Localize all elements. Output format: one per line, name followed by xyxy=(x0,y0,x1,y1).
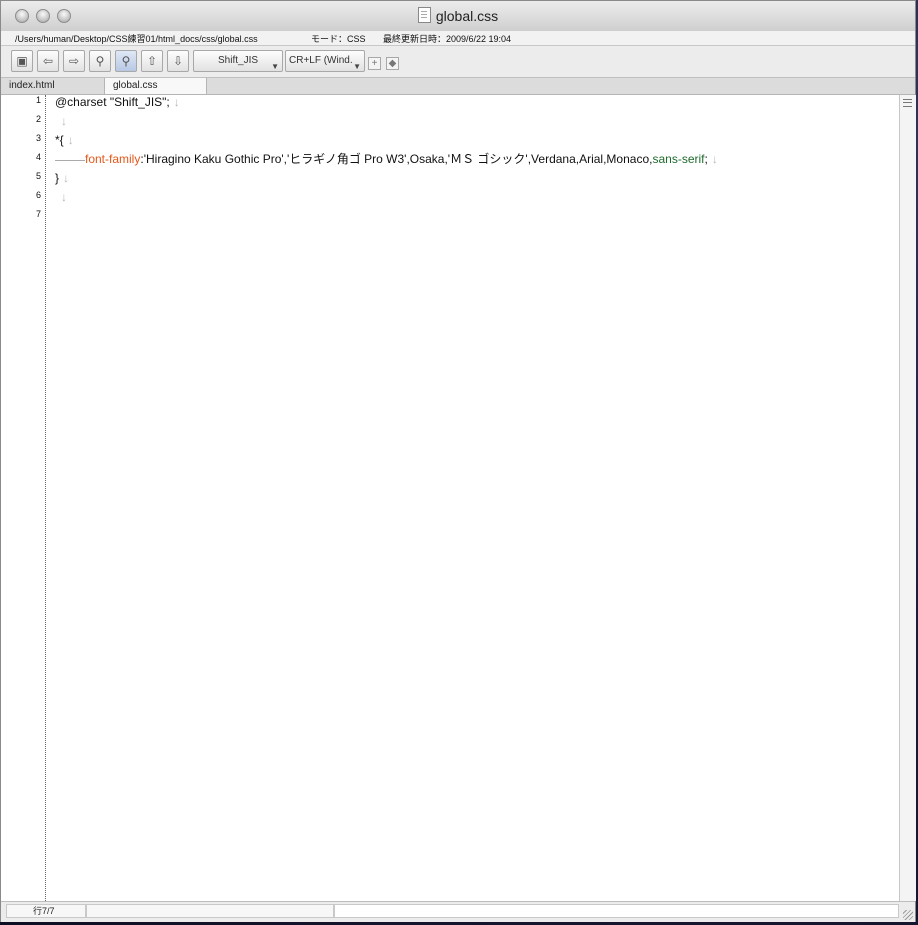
title-bar[interactable]: global.css xyxy=(1,1,915,32)
resize-grip-icon[interactable] xyxy=(903,910,913,920)
find-replace-icon[interactable]: ⚲ xyxy=(115,50,137,72)
split-view-icon[interactable] xyxy=(903,99,912,107)
document-icon[interactable] xyxy=(417,7,431,23)
code-line-3: *{↓ xyxy=(55,131,74,150)
code-line-2: ↓ xyxy=(57,112,67,131)
file-info-bar: /Users/human/Desktop/CSS練習01/html_docs/c… xyxy=(1,31,915,46)
window-title-area: global.css xyxy=(1,7,915,24)
line-number: 3 xyxy=(35,133,41,143)
vertical-scrollbar[interactable] xyxy=(899,95,916,901)
line-number-gutter: 1 2 3 4 5 6 7 xyxy=(1,95,46,901)
newline-marker: ↓ xyxy=(63,171,70,185)
find-icon[interactable]: ⚲ xyxy=(89,50,111,72)
modified-date: 最終更新日時：2009/6/22 19:04 xyxy=(383,34,512,44)
diamond-icon[interactable]: ◆ xyxy=(386,57,399,70)
line-number: 6 xyxy=(35,190,41,200)
tab-global-css[interactable]: global.css xyxy=(105,78,207,94)
code-text: ; xyxy=(704,152,708,166)
line-number: 5 xyxy=(35,171,41,181)
editor-window: global.css /Users/human/Desktop/CSS練習01/… xyxy=(0,0,916,922)
chevron-down-icon: ▼ xyxy=(271,62,279,71)
cursor-position: 行7/7 xyxy=(6,904,86,918)
add-icon[interactable]: + xyxy=(368,57,381,70)
line-number: 2 xyxy=(35,114,41,124)
line-number: 7 xyxy=(35,209,41,219)
window-title: global.css xyxy=(435,8,499,24)
code-text: } xyxy=(55,171,60,185)
save-icon[interactable]: ▣ xyxy=(11,50,33,72)
newline-marker: ↓ xyxy=(173,95,180,109)
tab-label: global.css xyxy=(113,80,158,91)
tab-label: index.html xyxy=(9,80,55,91)
find-up-icon[interactable]: ⇧ xyxy=(141,50,163,72)
code-line-1: @charset "Shift_JIS"; ↓ xyxy=(55,93,180,112)
find-down-icon[interactable]: ⇩ xyxy=(167,50,189,72)
code-text: *{ xyxy=(55,133,64,147)
code-editor[interactable]: 1 2 3 4 5 6 7 @charset "Shift_JIS"; ↓ ↓ *… xyxy=(1,95,899,901)
newline-marker: ↓ xyxy=(67,133,74,147)
file-path: /Users/human/Desktop/CSS練習01/html_docs/c… xyxy=(15,34,258,44)
cursor-position-text: 行7/7 xyxy=(33,906,55,916)
line-number: 1 xyxy=(35,95,41,105)
code-text: @charset "Shift_JIS"; xyxy=(55,95,170,109)
tab-marker xyxy=(55,151,85,161)
status-bar: 行7/7 xyxy=(1,901,915,922)
line-ending-value: CR+LF (Wind. xyxy=(289,55,353,66)
chevron-down-icon: ▼ xyxy=(353,62,361,71)
newline-marker: ↓ xyxy=(61,114,67,128)
horizontal-scrollbar[interactable] xyxy=(334,904,899,918)
redo-icon[interactable]: ⇨ xyxy=(63,50,85,72)
code-line-4: font-family:'Hiragino Kaku Gothic Pro','… xyxy=(55,150,718,169)
code-area[interactable]: @charset "Shift_JIS"; ↓ ↓ *{↓ font-family… xyxy=(55,95,899,901)
newline-marker: ↓ xyxy=(61,190,67,204)
undo-icon[interactable]: ⇦ xyxy=(37,50,59,72)
newline-marker: ↓ xyxy=(711,152,718,166)
toolbar: ▣ ⇦ ⇨ ⚲ ⚲ ⇧ ⇩ Shift_JIS ▼ CR+LF (Wind. ▼… xyxy=(1,46,915,78)
encoding-value: Shift_JIS xyxy=(218,55,259,66)
mode-label: モード：CSS xyxy=(311,34,366,44)
css-value: :'Hiragino Kaku Gothic Pro','ヒラギノ角ゴ Pro … xyxy=(140,152,653,166)
css-property: font-family xyxy=(85,152,141,166)
encoding-select[interactable]: Shift_JIS ▼ xyxy=(193,50,283,72)
code-line-6: ↓ xyxy=(57,188,67,207)
tab-index-html[interactable]: index.html xyxy=(1,78,105,94)
code-line-5: } ↓ xyxy=(55,169,69,188)
status-field xyxy=(86,904,334,918)
line-number: 4 xyxy=(35,152,41,162)
css-keyword: sans-serif xyxy=(652,152,705,166)
line-ending-select[interactable]: CR+LF (Wind. ▼ xyxy=(285,50,365,72)
